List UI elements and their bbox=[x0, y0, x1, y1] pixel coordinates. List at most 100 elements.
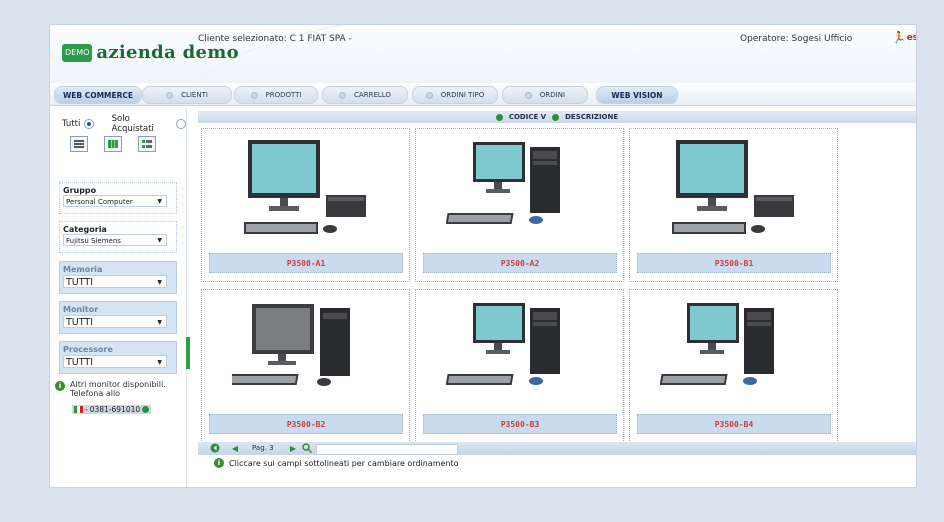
chevron-down-icon: ▼ bbox=[157, 237, 162, 244]
filter-memoria: Memoria TUTTI ▼ bbox=[59, 261, 177, 294]
grid-view-button[interactable] bbox=[104, 136, 122, 152]
product-image bbox=[446, 303, 560, 385]
product-image bbox=[672, 140, 794, 234]
product-image bbox=[232, 304, 350, 386]
filter-label: Memoria bbox=[63, 265, 103, 274]
tab-dot-icon bbox=[524, 91, 532, 99]
radio-bought[interactable] bbox=[176, 119, 187, 129]
select-value: Personal Computer bbox=[66, 198, 133, 206]
tab-ordini[interactable]: ORDINI bbox=[502, 86, 588, 104]
sidebar-toggle-handle[interactable] bbox=[186, 337, 190, 369]
tab-label: WEB VISION bbox=[611, 90, 663, 100]
list-view-button[interactable] bbox=[70, 136, 88, 152]
product-code[interactable]: P3500-B3 bbox=[423, 414, 617, 434]
tab-clienti[interactable]: CLIENTI bbox=[142, 86, 232, 104]
tab-prodotti[interactable]: PRODOTTI bbox=[234, 86, 318, 104]
first-page-icon bbox=[210, 443, 220, 453]
logo-text: azienda demo bbox=[96, 42, 239, 63]
radio-bought-label: Solo Acquistati bbox=[111, 114, 154, 134]
app-frame: DEMO azienda demo Cliente selezionato: C… bbox=[49, 24, 917, 488]
monitor-info: i Altri monitor disponibili. Telefona al… bbox=[55, 380, 180, 398]
info-icon: i bbox=[55, 381, 65, 391]
filter-categoria: Categoria Fujitsu Siemens ▼ bbox=[59, 221, 177, 253]
product-code[interactable]: P3500-A2 bbox=[423, 253, 617, 273]
grid-view-icon bbox=[108, 140, 118, 148]
tab-web-vision[interactable]: WEB VISION bbox=[596, 86, 678, 104]
tab-label: ORDINI TIPO bbox=[440, 91, 485, 99]
phone-value: 0381-691010 bbox=[89, 405, 141, 414]
detail-view-button[interactable] bbox=[138, 136, 156, 152]
sort-by-code[interactable]: CODICE V bbox=[509, 113, 546, 121]
next-page-button[interactable]: ▶ bbox=[288, 443, 298, 453]
pager: ◀ Pag. 3 ▶ bbox=[198, 442, 916, 455]
chevron-down-icon: ▼ bbox=[157, 359, 162, 366]
product-code[interactable]: P3500-B1 bbox=[637, 253, 831, 273]
chevron-down-icon: ▼ bbox=[157, 198, 162, 205]
purchase-filter: Tutti Solo Acquistati bbox=[62, 114, 187, 134]
filter-label: Gruppo bbox=[63, 186, 97, 195]
filter-label: Monitor bbox=[63, 305, 99, 314]
tab-label: ORDINI bbox=[539, 91, 566, 99]
detail-view-icon bbox=[142, 140, 152, 148]
chevron-down-icon: ▼ bbox=[157, 319, 162, 326]
filter-monitor: Monitor TUTTI ▼ bbox=[59, 301, 177, 334]
phone-number: - 0381-691010 bbox=[72, 405, 152, 414]
filter-label: Processore bbox=[63, 345, 113, 354]
select-value: TUTTI bbox=[66, 357, 93, 368]
header: DEMO azienda demo Cliente selezionato: C… bbox=[50, 25, 916, 134]
search-page-button[interactable] bbox=[302, 443, 312, 453]
product-code[interactable]: P3500-B4 bbox=[637, 414, 831, 434]
operator-label: Operatore: Sogesi Ufficio bbox=[740, 34, 853, 44]
radio-all-label: Tutti bbox=[62, 119, 81, 129]
processore-select[interactable]: TUTTI ▼ bbox=[63, 355, 167, 368]
tab-label: CARRELLO bbox=[354, 91, 391, 99]
magnifier-icon bbox=[302, 443, 312, 453]
first-page-button[interactable] bbox=[210, 443, 220, 453]
tab-ordini-tipo[interactable]: ORDINI TIPO bbox=[412, 86, 498, 104]
sort-icon bbox=[495, 113, 503, 121]
exit-link[interactable]: 🏃 esci bbox=[892, 31, 916, 44]
product-image bbox=[244, 140, 366, 234]
product-code[interactable]: P3500-B2 bbox=[209, 414, 403, 434]
hint-text: Cliccare sui campi sottolineati per camb… bbox=[229, 458, 459, 468]
selected-client: Cliente selezionato: C 1 FIAT SPA - bbox=[198, 34, 352, 44]
product-code[interactable]: P3500-A1 bbox=[209, 253, 403, 273]
product-card[interactable]: P3500-B2 bbox=[201, 289, 410, 443]
product-card[interactable]: P3500-B3 bbox=[415, 289, 624, 443]
tab-carrello[interactable]: CARRELLO bbox=[322, 86, 408, 104]
list-view-icon bbox=[74, 140, 84, 148]
exit-label: esci bbox=[906, 32, 916, 43]
product-card[interactable]: P3500-B1 bbox=[629, 128, 838, 282]
sort-hint: i Cliccare sui campi sottolineati per ca… bbox=[214, 458, 459, 468]
info-icon: i bbox=[214, 458, 224, 468]
italy-flag-icon bbox=[74, 406, 83, 413]
categoria-select[interactable]: Fujitsu Siemens ▼ bbox=[63, 234, 167, 246]
prev-page-button[interactable]: ◀ bbox=[230, 443, 240, 453]
page-search-input[interactable] bbox=[316, 444, 458, 455]
memoria-select[interactable]: TUTTI ▼ bbox=[63, 275, 167, 288]
product-card[interactable]: P3500-A2 bbox=[415, 128, 624, 282]
select-value: TUTTI bbox=[66, 317, 93, 328]
filter-sidebar: Tutti Solo Acquistati Gruppo Personal Co… bbox=[52, 108, 187, 487]
product-card[interactable]: P3500-A1 bbox=[201, 128, 410, 282]
gruppo-select[interactable]: Personal Computer ▼ bbox=[63, 195, 167, 207]
phone-separator: - bbox=[85, 405, 88, 414]
tab-dot-icon bbox=[425, 91, 433, 99]
tab-dot-icon bbox=[166, 91, 174, 99]
tab-web-commerce[interactable]: WEB COMMERCE bbox=[54, 86, 142, 104]
sort-bar: CODICE V DESCRIZIONE bbox=[198, 111, 916, 123]
running-man-icon: 🏃 bbox=[892, 31, 906, 44]
radio-all[interactable] bbox=[84, 119, 95, 129]
logo-badge: DEMO bbox=[62, 43, 93, 62]
filter-gruppo: Gruppo Personal Computer ▼ bbox=[59, 182, 177, 214]
product-card[interactable]: P3500-B4 bbox=[629, 289, 838, 443]
chevron-down-icon: ▼ bbox=[157, 279, 162, 286]
logo: DEMO azienda demo bbox=[62, 42, 239, 63]
tab-label: CLIENTI bbox=[181, 91, 208, 99]
monitor-select[interactable]: TUTTI ▼ bbox=[63, 315, 167, 328]
view-switcher bbox=[70, 136, 156, 152]
select-value: Fujitsu Siemens bbox=[66, 237, 121, 245]
sort-by-description[interactable]: DESCRIZIONE bbox=[565, 113, 618, 121]
info-text: Altri monitor disponibili. Telefona allo bbox=[70, 380, 166, 398]
filter-label: Categoria bbox=[63, 225, 107, 234]
